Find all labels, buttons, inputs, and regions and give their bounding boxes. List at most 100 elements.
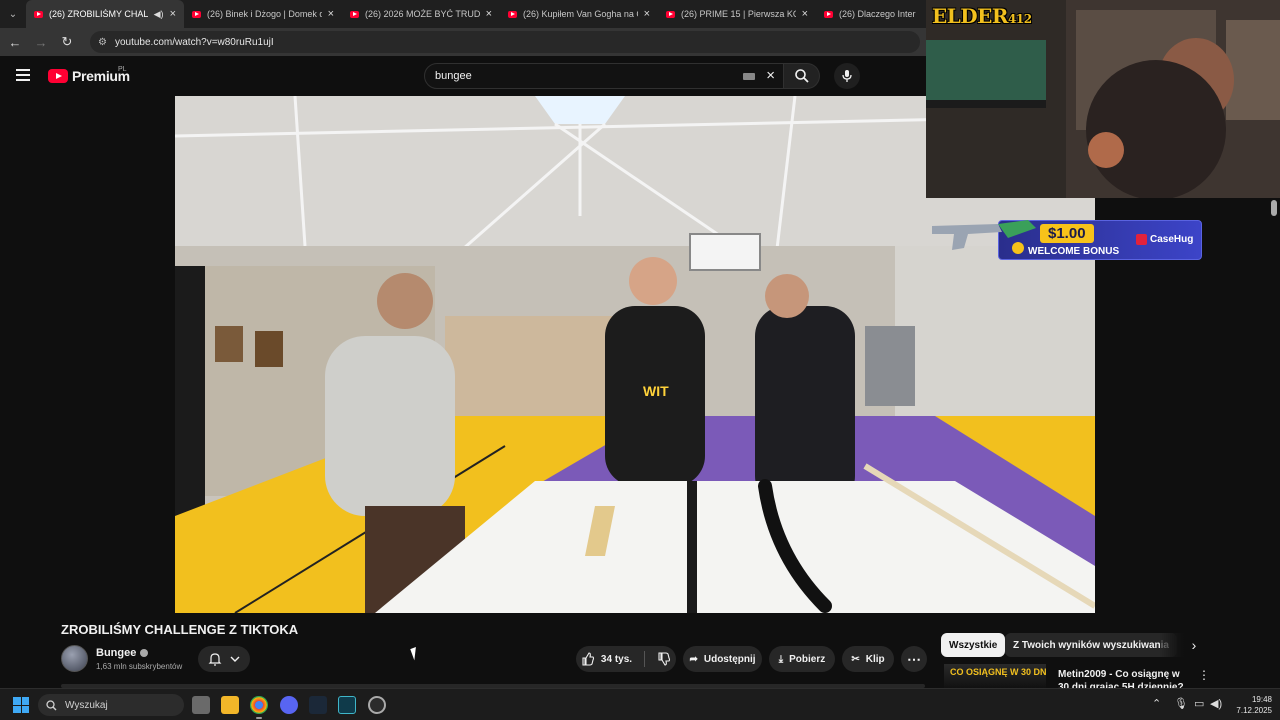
file-explorer-icon[interactable] bbox=[221, 696, 239, 714]
tab-binek-i-dzogo[interactable]: (26) Binek i Dżogo | Domek dla × bbox=[184, 0, 342, 28]
dislike-thumb-icon[interactable] bbox=[657, 652, 671, 666]
region-code: PL bbox=[118, 66, 127, 73]
site-settings-icon[interactable]: ⚙ bbox=[98, 37, 107, 48]
youtube-favicon-icon bbox=[666, 10, 675, 18]
windows-taskbar: Wyszukaj ⌃ 🎙 ▭ ◀) 19:48 7.12.2025 bbox=[0, 688, 1280, 720]
tab-zrobilismy-challenge[interactable]: (26) ZROBILIŚMY CHALLENGE ◀) × bbox=[26, 0, 184, 28]
more-actions-button[interactable]: ⋯ bbox=[901, 646, 927, 672]
recommended-video-title[interactable]: Metin2009 - Co osiągnę w 30 dni grając 5… bbox=[1058, 668, 1190, 688]
tab-close-icon[interactable]: × bbox=[170, 8, 176, 20]
search-button[interactable] bbox=[784, 63, 820, 89]
tab-search-chevron-icon[interactable]: ⌄ bbox=[0, 0, 26, 28]
clip-button[interactable]: ✂ Klip bbox=[842, 646, 894, 672]
scrollbar-thumb[interactable] bbox=[1271, 200, 1277, 216]
clock-time: 19:48 bbox=[1251, 695, 1272, 704]
chrome-active-indicator bbox=[256, 717, 262, 719]
forward-arrow-icon[interactable]: → bbox=[32, 33, 50, 51]
tab-kupilem-van-gogha[interactable]: (26) Kupiłem Van Gogha na Ch × bbox=[500, 0, 658, 28]
bell-icon bbox=[208, 653, 222, 666]
chip-all[interactable]: Wszystkie bbox=[941, 633, 1006, 657]
address-bar[interactable]: ⚙ youtube.com/watch?v=w80ruRu1ujI bbox=[90, 31, 920, 53]
tab-title: (26) ZROBILIŚMY CHALLENGE bbox=[49, 9, 148, 19]
tab-dlaczego-internet[interactable]: (26) Dlaczego Internet 2 bbox=[816, 0, 924, 28]
notification-bell-button[interactable] bbox=[198, 646, 250, 672]
clear-search-icon[interactable]: × bbox=[766, 67, 775, 84]
webcam-frame bbox=[926, 0, 1280, 198]
verified-badge-icon bbox=[140, 649, 149, 657]
taskbar-clock[interactable]: 19:48 7.12.2025 bbox=[1232, 694, 1272, 716]
share-icon: ➦ bbox=[689, 653, 698, 665]
channel-avatar[interactable] bbox=[61, 645, 88, 672]
steam-icon[interactable] bbox=[309, 696, 327, 714]
search-icon bbox=[794, 69, 809, 83]
subscriber-count: 1,63 mln subskrybentów bbox=[96, 662, 183, 671]
voice-search-button[interactable] bbox=[834, 63, 860, 89]
tab-title: (26) Binek i Dżogo | Domek dla bbox=[207, 9, 322, 19]
discord-icon[interactable] bbox=[280, 696, 298, 714]
chrome-icon[interactable] bbox=[250, 696, 268, 714]
mouse-cursor-icon bbox=[410, 645, 424, 661]
chip-overflow-fade bbox=[1160, 633, 1184, 657]
more-horizontal-icon: ⋯ bbox=[907, 650, 921, 667]
ad-brand-name: CaseHug bbox=[1150, 234, 1194, 245]
tab-close-icon[interactable]: × bbox=[802, 8, 808, 20]
pistol-icon bbox=[932, 220, 1036, 254]
download-button[interactable]: ⤓ Pobierz bbox=[769, 646, 835, 672]
back-arrow-icon[interactable]: ← bbox=[6, 33, 24, 51]
network-icon[interactable]: ▭ bbox=[1194, 697, 1204, 710]
share-button[interactable]: ➦ Udostępnij bbox=[683, 646, 762, 672]
app-icon[interactable] bbox=[338, 696, 356, 714]
brand-suffix: 412 bbox=[1008, 12, 1032, 26]
search-icon bbox=[46, 699, 57, 710]
recommended-video-thumbnail[interactable]: CO OSIĄGNĘ W 30 DNI bbox=[944, 664, 1046, 688]
task-view-icon[interactable] bbox=[192, 696, 210, 714]
speaker-icon[interactable]: ◀) bbox=[154, 9, 164, 20]
tab-title: (26) PRIME 15 | Pierwsza KONF bbox=[681, 9, 796, 19]
share-label: Udostępnij bbox=[703, 653, 756, 665]
clock-date: 7.12.2025 bbox=[1236, 706, 1272, 715]
scissors-icon: ✂ bbox=[851, 653, 860, 665]
url-text: youtube.com/watch?v=w80ruRu1ujI bbox=[114, 36, 274, 48]
shirt-text: WIT bbox=[643, 383, 669, 399]
keyboard-icon[interactable] bbox=[743, 73, 755, 80]
windows-start-icon[interactable] bbox=[13, 697, 29, 713]
screen: ⌄ (26) ZROBILIŚMY CHALLENGE ◀) × (26) Bi… bbox=[0, 0, 1280, 720]
like-thumb-icon[interactable] bbox=[581, 652, 595, 666]
ad-brand: CaseHug bbox=[1136, 234, 1193, 245]
search-value: bungee bbox=[435, 70, 472, 82]
search-input[interactable]: bungee × bbox=[424, 63, 784, 89]
chip-from-search[interactable]: Z Twoich wyników wyszukiwania bbox=[1005, 633, 1177, 657]
tab-2026-moze-byc-trudny[interactable]: (26) 2026 MOŻE BYĆ TRUDNY × bbox=[342, 0, 500, 28]
taskbar-search[interactable]: Wyszukaj bbox=[38, 694, 184, 716]
menu-icon[interactable] bbox=[16, 69, 30, 81]
tab-close-icon[interactable]: × bbox=[644, 8, 650, 20]
more-vertical-icon[interactable]: ⋮ bbox=[1198, 668, 1210, 682]
channel-name-link[interactable]: Bungee bbox=[96, 647, 149, 659]
clip-label: Klip bbox=[865, 653, 885, 665]
chevron-up-icon[interactable]: ⌃ bbox=[1152, 697, 1161, 710]
obs-icon[interactable] bbox=[368, 696, 386, 714]
chevron-right-icon[interactable]: › bbox=[1184, 635, 1204, 655]
streamer-webcam bbox=[926, 0, 1280, 198]
thumbnail-text: CO OSIĄGNĘ W 30 DNI bbox=[950, 667, 1046, 677]
channel-name: Bungee bbox=[96, 647, 137, 659]
volume-icon[interactable]: ◀) bbox=[1210, 697, 1222, 710]
microphone-tray-icon[interactable]: 🎙 bbox=[1174, 697, 1188, 710]
like-divider bbox=[644, 651, 646, 667]
streamer-brand-logo: ELDER412 bbox=[932, 4, 1032, 28]
taskbar-search-placeholder: Wyszukaj bbox=[65, 699, 108, 711]
youtube-play-icon bbox=[48, 69, 68, 83]
tab-close-icon[interactable]: × bbox=[328, 8, 334, 20]
sponsor-ad-banner[interactable]: $1.00 WELCOME BONUS CaseHug bbox=[928, 214, 1202, 264]
chevron-down-icon bbox=[230, 656, 240, 662]
download-label: Pobierz bbox=[789, 653, 826, 665]
tab-prime-15[interactable]: (26) PRIME 15 | Pierwsza KONF × bbox=[658, 0, 816, 28]
browser-toolbar: ← → ↻ ⚙ youtube.com/watch?v=w80ruRu1ujI bbox=[0, 28, 926, 56]
microphone-icon bbox=[842, 70, 852, 82]
reload-icon[interactable]: ↻ bbox=[58, 33, 76, 51]
like-count[interactable]: 34 tys. bbox=[601, 654, 632, 665]
ad-amount: $1.00 bbox=[1040, 224, 1094, 243]
tab-title: (26) Dlaczego Internet 2 bbox=[839, 9, 916, 19]
tab-close-icon[interactable]: × bbox=[486, 8, 492, 20]
video-title: ZROBILIŚMY CHALLENGE Z TIKTOKA bbox=[61, 622, 299, 637]
